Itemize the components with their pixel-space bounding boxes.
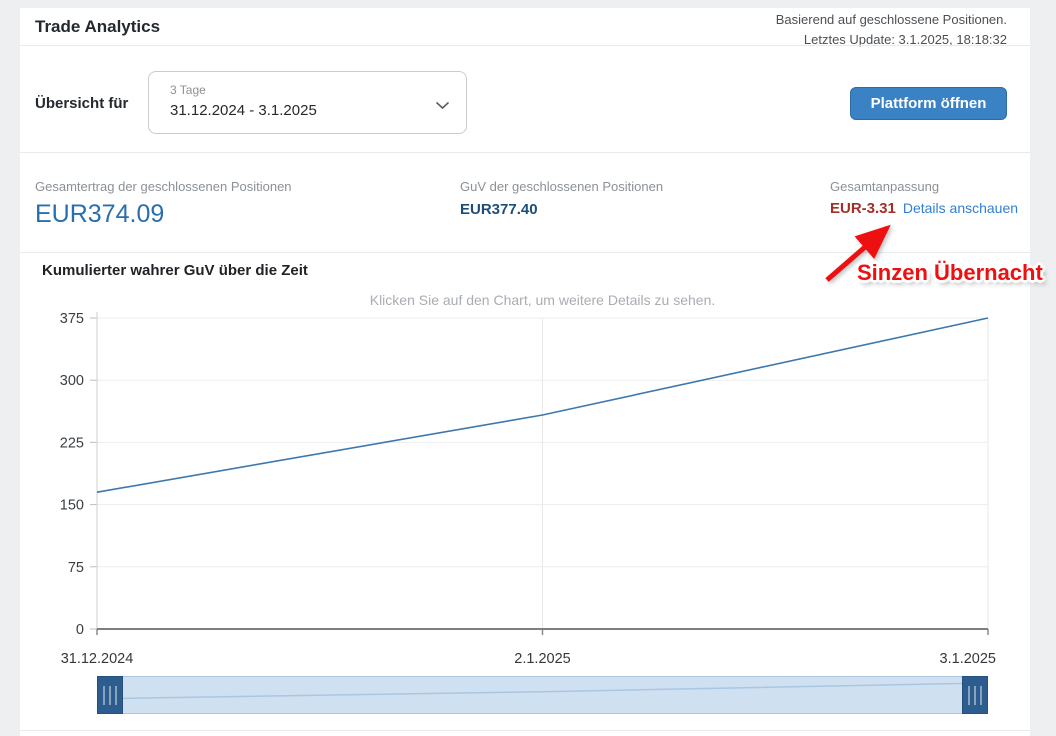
stat-pnl-label: GuV der geschlossenen Positionen — [460, 179, 664, 194]
svg-text:300: 300 — [60, 373, 84, 389]
open-platform-button[interactable]: Plattform öffnen — [850, 87, 1007, 120]
cumulative-pnl-chart[interactable]: 0 75 150 225 300 375 31.12.2024 2.1.2025 3.1.202… — [20, 310, 1030, 670]
stat-total-return-value: EUR374.09 — [35, 200, 165, 228]
stat-pnl-value: EUR377.40 — [460, 201, 538, 218]
grip-icon — [103, 685, 117, 705]
svg-text:31.12.2024: 31.12.2024 — [61, 651, 134, 667]
bottom-divider — [20, 730, 1030, 731]
details-link[interactable]: Details anschauen — [903, 200, 1018, 216]
svg-text:150: 150 — [60, 498, 84, 514]
svg-text:225: 225 — [60, 435, 84, 451]
slider-left-handle[interactable] — [97, 676, 123, 714]
analytics-card: Trade Analytics Basierend auf geschlosse… — [20, 8, 1030, 736]
chart-title: Kumulierter wahrer GuV über die Zeit — [42, 262, 308, 279]
svg-text:0: 0 — [76, 622, 84, 638]
grip-icon — [968, 685, 982, 705]
svg-text:3.1.2025: 3.1.2025 — [940, 651, 996, 667]
annotation-text: Sinzen Übernacht — [857, 260, 1043, 285]
header-divider — [20, 45, 1030, 46]
header-note-line2: Letztes Update: 3.1.2025, 18:18:32 — [803, 32, 1007, 47]
page-title: Trade Analytics — [35, 17, 161, 36]
date-range-caption: 3 Tage — [170, 83, 206, 97]
overview-label: Übersicht für — [35, 95, 129, 112]
trade-analytics-page: { "header": { "title": "Trade Analytics"… — [0, 0, 1056, 736]
date-range-value: 31.12.2024 - 3.1.2025 — [170, 102, 317, 119]
chevron-down-icon — [435, 97, 450, 115]
slider-right-handle[interactable] — [962, 676, 988, 714]
svg-text:2.1.2025: 2.1.2025 — [514, 651, 570, 667]
header-note-line1: Basierend auf geschlossene Positionen. — [775, 12, 1007, 27]
overview-divider — [20, 152, 1030, 153]
date-range-select[interactable]: 3 Tage 31.12.2024 - 3.1.2025 — [148, 71, 467, 134]
range-slider-track[interactable] — [97, 676, 988, 714]
svg-text:75: 75 — [68, 560, 84, 576]
stat-adjustment-label: Gesamtanpassung — [830, 179, 940, 194]
stat-total-return-label: Gesamtertrag der geschlossenen Positione… — [35, 179, 292, 194]
header-note: Basierend auf geschlossene Positionen. L… — [776, 10, 1007, 50]
svg-text:375: 375 — [60, 311, 84, 327]
slider-mini-chart — [98, 682, 987, 700]
